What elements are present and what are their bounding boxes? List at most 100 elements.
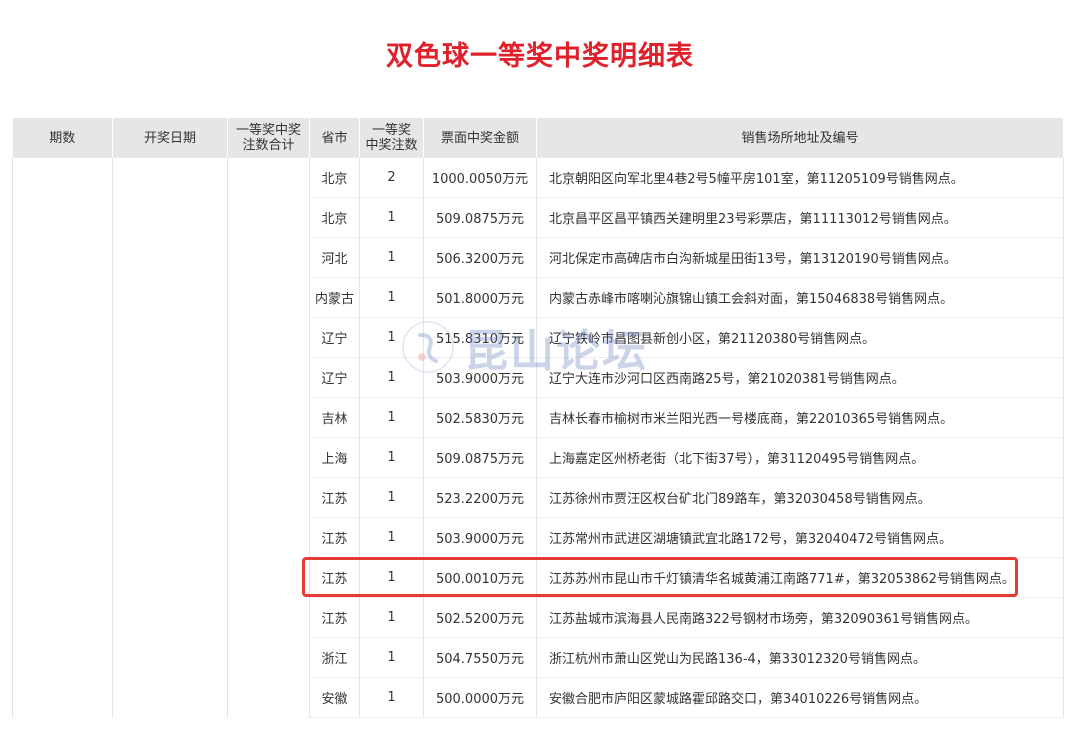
cell-province: 辽宁 [309,317,360,358]
cell-amount: 503.9000万元 [423,357,537,398]
cell-period [12,277,113,318]
cell-period [12,317,113,358]
cell-date [112,517,228,558]
cell-total-count [227,597,310,638]
cell-date [112,237,228,278]
cell-amount: 509.0875万元 [423,437,537,478]
cell-province: 江苏 [309,557,360,598]
cell-amount: 506.3200万元 [423,237,537,278]
cell-amount: 504.7550万元 [423,637,537,678]
header-period: 期数 [12,118,113,158]
table-row: 内蒙古 1 501.8000万元 内蒙古赤峰市喀喇沁旗锦山镇工会斜对面，第150468… [12,277,1064,318]
cell-date [112,397,228,438]
cell-province: 河北 [309,237,360,278]
cell-province: 江苏 [309,597,360,638]
cell-winning-count: 2 [359,158,424,198]
cell-province: 江苏 [309,517,360,558]
cell-amount: 502.5830万元 [423,397,537,438]
cell-date [112,197,228,238]
table-row: 北京 2 1000.0050万元 北京朝阳区向军北里4巷2号5幢平房101室，第112… [12,158,1064,198]
table-row: 河北 1 506.3200万元 河北保定市高碑店市白沟新城星田街13号，第131201… [12,237,1064,278]
table-row: 安徽 1 500.0000万元 安徽合肥市庐阳区蒙城路霍邱路交口，第34010226号… [12,677,1064,718]
cell-winning-count: 1 [359,317,424,358]
cell-period [12,397,113,438]
cell-period [12,597,113,638]
header-total-line1: 一等奖中奖 [235,123,301,138]
cell-address: 江苏常州市武进区湖塘镇武宜北路172号，第32040472号销售网点。 [536,517,1064,558]
cell-address: 吉林长春市榆树市米兰阳光西一号楼底商，第22010365号销售网点。 [536,397,1064,438]
prize-detail-table: 期数 开奖日期 一等奖中奖 注数合计 省市 一等奖 中奖注数 票面中奖金额 销售… [12,118,1064,718]
header-total-line2: 注数合计 [242,138,295,153]
table-row: 江苏 1 503.9000万元 江苏常州市武进区湖塘镇武宜北路172号，第320404… [12,517,1064,558]
cell-amount: 501.8000万元 [423,277,537,318]
cell-province: 江苏 [309,477,360,518]
cell-address: 安徽合肥市庐阳区蒙城路霍邱路交口，第34010226号销售网点。 [536,677,1064,718]
cell-period [12,237,113,278]
cell-winning-count: 1 [359,437,424,478]
cell-amount: 1000.0050万元 [423,158,537,198]
cell-total-count [227,677,310,718]
cell-date [112,158,228,198]
header-count-line1: 一等奖 [371,123,411,138]
cell-total-count [227,277,310,318]
cell-date [112,277,228,318]
cell-period [12,677,113,718]
cell-date [112,357,228,398]
cell-address: 江苏徐州市贾汪区权台矿北门89路车，第32030458号销售网点。 [536,477,1064,518]
cell-total-count [227,158,310,198]
cell-total-count [227,357,310,398]
cell-winning-count: 1 [359,677,424,718]
cell-total-count [227,637,310,678]
cell-amount: 509.0875万元 [423,197,537,238]
cell-total-count [227,477,310,518]
cell-province: 上海 [309,437,360,478]
table-row: 江苏 1 500.0010万元 江苏苏州市昆山市千灯镇清华名城黄浦江南路771#，第3… [12,557,1064,598]
cell-province: 辽宁 [309,357,360,398]
cell-winning-count: 1 [359,397,424,438]
header-winning-count: 一等奖 中奖注数 [359,118,424,158]
cell-address: 北京朝阳区向军北里4巷2号5幢平房101室，第11205109号销售网点。 [536,158,1064,198]
cell-period [12,557,113,598]
cell-period [12,477,113,518]
cell-amount: 500.0010万元 [423,557,537,598]
table-row: 北京 1 509.0875万元 北京昌平区昌平镇西关建明里23号彩票店，第111130… [12,197,1064,238]
table-row: 江苏 1 523.2200万元 江苏徐州市贾汪区权台矿北门89路车，第32030458… [12,477,1064,518]
table-row: 浙江 1 504.7550万元 浙江杭州市萧山区党山为民路136-4，第3301232… [12,637,1064,678]
cell-date [112,597,228,638]
table-row: 吉林 1 502.5830万元 吉林长春市榆树市米兰阳光西一号楼底商，第2201036… [12,397,1064,438]
cell-period [12,517,113,558]
cell-province: 浙江 [309,637,360,678]
cell-address: 江苏盐城市滨海县人民南路322号钢材市场旁，第32090361号销售网点。 [536,597,1064,638]
cell-period [12,437,113,478]
header-province: 省市 [309,118,360,158]
cell-province: 安徽 [309,677,360,718]
table-row: 辽宁 1 503.9000万元 辽宁大连市沙河口区西南路25号，第21020381号销… [12,357,1064,398]
cell-date [112,317,228,358]
cell-date [112,557,228,598]
header-address: 销售场所地址及编号 [536,118,1064,158]
cell-date [112,437,228,478]
cell-winning-count: 1 [359,237,424,278]
header-date: 开奖日期 [112,118,228,158]
header-amount: 票面中奖金额 [423,118,537,158]
cell-province: 内蒙古 [309,277,360,318]
cell-amount: 500.0000万元 [423,677,537,718]
page-title: 双色球一等奖中奖明细表 [386,41,694,72]
cell-winning-count: 1 [359,277,424,318]
cell-amount: 502.5200万元 [423,597,537,638]
cell-address: 北京昌平区昌平镇西关建明里23号彩票店，第11113012号销售网点。 [536,197,1064,238]
cell-date [112,637,228,678]
cell-winning-count: 1 [359,637,424,678]
cell-period [12,197,113,238]
cell-period [12,637,113,678]
table-row: 江苏 1 502.5200万元 江苏盐城市滨海县人民南路322号钢材市场旁，第3209… [12,597,1064,638]
cell-address: 浙江杭州市萧山区党山为民路136-4，第33012320号销售网点。 [536,637,1064,678]
cell-date [112,477,228,518]
cell-winning-count: 1 [359,357,424,398]
cell-winning-count: 1 [359,597,424,638]
cell-address: 河北保定市高碑店市白沟新城星田街13号，第13120190号销售网点。 [536,237,1064,278]
cell-total-count [227,197,310,238]
cell-amount: 503.9000万元 [423,517,537,558]
cell-total-count [227,317,310,358]
cell-winning-count: 1 [359,517,424,558]
